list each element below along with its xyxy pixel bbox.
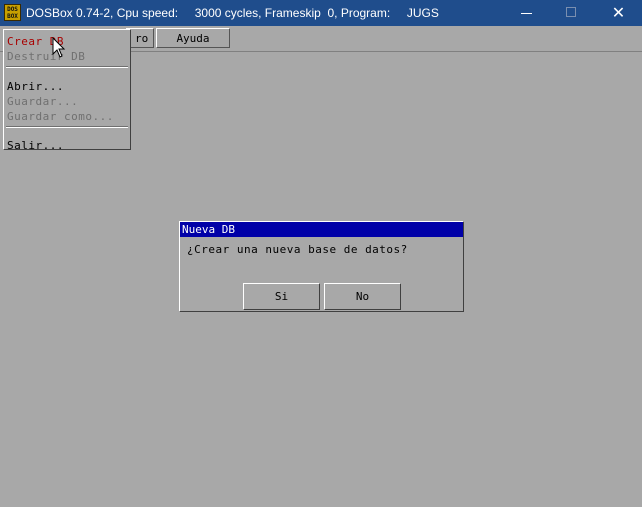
minimize-button[interactable] (504, 0, 549, 26)
window-title: DOSBox 0.74-2, Cpu speed: 3000 cycles, F… (26, 6, 439, 20)
maximize-button[interactable] (549, 0, 594, 26)
menu-item-destruir-db: Destruir DB (7, 50, 86, 63)
menu-item-guardar: Guardar... (7, 95, 79, 108)
close-button[interactable]: ✕ (596, 0, 641, 26)
no-button[interactable]: No (324, 283, 401, 310)
dos-screen: ro Ayuda Crear DB Destruir DB Abrir... G… (0, 26, 642, 507)
close-icon: ✕ (611, 3, 626, 22)
window-titlebar[interactable]: DOS BOX DOSBox 0.74-2, Cpu speed: 3000 c… (0, 0, 642, 26)
mouse-pointer-icon (52, 37, 66, 58)
file-dropdown-menu: Crear DB Destruir DB Abrir... Guardar...… (3, 29, 131, 153)
menu-ayuda[interactable]: Ayuda (156, 28, 230, 48)
menu-item-salir[interactable]: Salir... (7, 138, 64, 153)
menu-item-abrir[interactable]: Abrir... (7, 79, 64, 94)
menu-separator (6, 126, 128, 128)
maximize-icon (566, 7, 576, 17)
dosbox-icon: DOS BOX (4, 4, 21, 21)
dialog-message: ¿Crear una nueva base de datos? (187, 243, 408, 256)
nueva-db-dialog: Nueva DB ¿Crear una nueva base de datos?… (179, 221, 464, 312)
yes-button[interactable]: Si (243, 283, 320, 310)
menu-item-guardar-como: Guardar como... (7, 110, 114, 123)
menu-separator (6, 66, 128, 68)
dialog-title[interactable]: Nueva DB (180, 222, 463, 237)
minimize-icon (521, 13, 532, 14)
